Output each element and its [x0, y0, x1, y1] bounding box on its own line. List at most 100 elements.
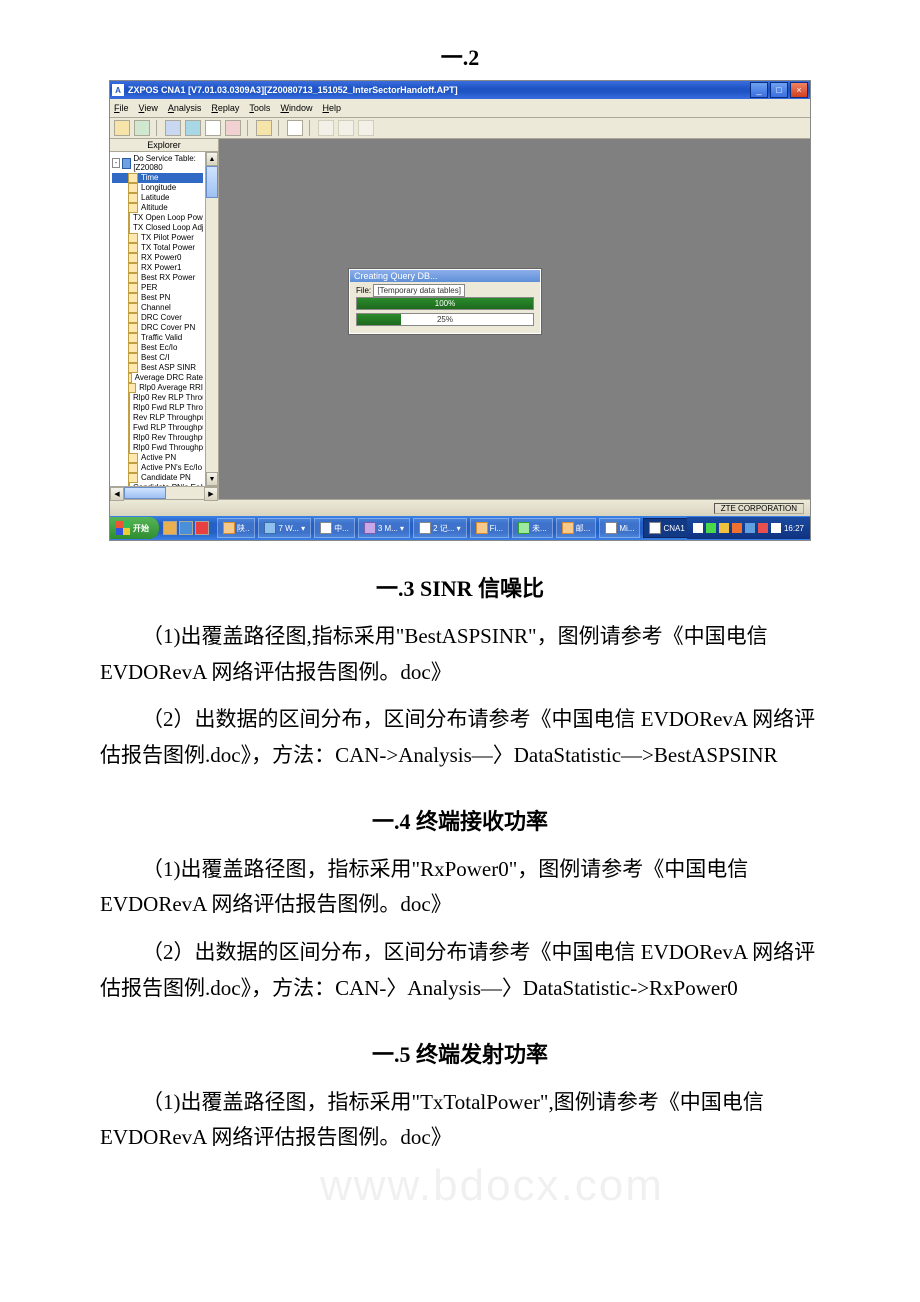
table-icon: [122, 158, 131, 169]
tree-item[interactable]: Altitude: [112, 203, 203, 213]
toolbar-misc-icon[interactable]: [358, 120, 374, 136]
tree-item-label: Average DRC Rate: [135, 373, 203, 383]
start-button[interactable]: 开始: [110, 517, 159, 539]
scroll-thumb[interactable]: [124, 487, 166, 499]
tree-item[interactable]: Best RX Power: [112, 273, 203, 283]
tree-item[interactable]: Time: [112, 173, 203, 183]
tree-item[interactable]: Fwd RLP Throughput N: [112, 423, 203, 433]
tree-item-label: Longitude: [141, 183, 176, 193]
tree-item[interactable]: Active PN's Ec/Io: [112, 463, 203, 473]
toolbar-save-icon[interactable]: [134, 120, 150, 136]
tree-item[interactable]: RX Power1: [112, 263, 203, 273]
tree-item[interactable]: Rlp0 Rev Throughput: [112, 433, 203, 443]
tree-item[interactable]: TX Open Loop Power: [112, 213, 203, 223]
tray-icon[interactable]: [719, 523, 729, 533]
tree-item[interactable]: Candidate PN: [112, 473, 203, 483]
tray-icon[interactable]: [771, 523, 781, 533]
scroll-thumb[interactable]: [206, 166, 218, 198]
toolbar-open-icon[interactable]: [114, 120, 130, 136]
close-button[interactable]: ×: [790, 82, 808, 98]
tree-item[interactable]: PER: [112, 283, 203, 293]
scroll-left-icon[interactable]: ◀: [110, 487, 124, 501]
toolbar-doc-icon[interactable]: [287, 120, 303, 136]
tray-icon[interactable]: [693, 523, 703, 533]
tray-icon[interactable]: [706, 523, 716, 533]
quicklaunch-icon[interactable]: [179, 521, 193, 535]
tree-item[interactable]: Best PN: [112, 293, 203, 303]
tree-item[interactable]: TX Pilot Power: [112, 233, 203, 243]
tree-item[interactable]: Average DRC Rate: [112, 373, 203, 383]
scroll-up-icon[interactable]: ▲: [206, 152, 218, 166]
tree-item[interactable]: Rlp0 Fwd Throughput: [112, 443, 203, 453]
system-tray[interactable]: 16:27: [687, 517, 810, 539]
maximize-button[interactable]: □: [770, 82, 788, 98]
collapse-icon[interactable]: -: [112, 158, 120, 168]
tree-item[interactable]: DRC Cover: [112, 313, 203, 323]
taskbar-item[interactable]: 7 W... ▾: [258, 518, 311, 538]
tray-icon[interactable]: [758, 523, 768, 533]
progress-2-label: 25%: [357, 314, 533, 325]
toolbar-folder-icon[interactable]: [256, 120, 272, 136]
file-icon: [128, 463, 138, 473]
taskbar-item[interactable]: CNA1: [643, 518, 687, 538]
tree-item[interactable]: TX Closed Loop Adjust: [112, 223, 203, 233]
menu-tools[interactable]: Tools: [249, 103, 270, 113]
explorer-tree[interactable]: - Do Service Table: [Z20080 TimeLongitud…: [110, 152, 205, 486]
toolbar-chart-icon[interactable]: [225, 120, 241, 136]
tree-item[interactable]: Best ASP SINR: [112, 363, 203, 373]
tree-item[interactable]: Longitude: [112, 183, 203, 193]
taskbar-item[interactable]: 2 记... ▾: [413, 518, 467, 538]
tray-icon[interactable]: [745, 523, 755, 533]
tree-item[interactable]: DRC Cover PN: [112, 323, 203, 333]
tree-item[interactable]: Latitude: [112, 193, 203, 203]
tray-clock: 16:27: [784, 524, 804, 533]
taskbar-item[interactable]: Mi...: [599, 518, 640, 538]
taskbar-item[interactable]: 邮...: [556, 518, 597, 538]
menu-window[interactable]: Window: [280, 103, 312, 113]
horizontal-scrollbar[interactable]: ◀ ▶: [110, 486, 218, 499]
file-icon: [128, 233, 138, 243]
tree-item[interactable]: Traffic Valid: [112, 333, 203, 343]
tray-icon[interactable]: [732, 523, 742, 533]
minimize-button[interactable]: _: [750, 82, 768, 98]
toolbar-misc-icon[interactable]: [318, 120, 334, 136]
taskbar-item[interactable]: 3 M... ▾: [358, 518, 410, 538]
tree-item-label: Candidate PN: [141, 473, 191, 483]
menu-replay[interactable]: Replay: [211, 103, 239, 113]
quicklaunch-icon[interactable]: [195, 521, 209, 535]
tree-item[interactable]: Best Ec/Io: [112, 343, 203, 353]
tree-item[interactable]: Channel: [112, 303, 203, 313]
status-corporation: ZTE CORPORATION: [714, 503, 804, 514]
menu-file[interactable]: File: [114, 103, 129, 113]
tree-item[interactable]: TX Total Power: [112, 243, 203, 253]
taskbar-item[interactable]: 未...: [512, 518, 553, 538]
menu-help[interactable]: Help: [322, 103, 341, 113]
quicklaunch-icon[interactable]: [163, 521, 177, 535]
toolbar-nav-icon[interactable]: [165, 120, 181, 136]
toolbar-grid-icon[interactable]: [205, 120, 221, 136]
tree-item[interactable]: Best C/I: [112, 353, 203, 363]
scroll-right-icon[interactable]: ▶: [204, 487, 218, 501]
tree-item-label: Best PN: [141, 293, 170, 303]
tree-root-node[interactable]: - Do Service Table: [Z20080: [112, 154, 203, 172]
toolbar-globe-icon[interactable]: [185, 120, 201, 136]
file-icon: [128, 283, 138, 293]
paragraph: （1)出覆盖路径图,指标采用"BestASPSINR"，图例请参考《中国电信 E…: [100, 619, 820, 690]
taskbar-item[interactable]: 中...: [314, 518, 355, 538]
tree-item[interactable]: Rev RLP Throughput N: [112, 413, 203, 423]
menu-bar: File View Analysis Replay Tools Window H…: [110, 99, 810, 118]
tree-item[interactable]: Rlp0 Fwd RLP Through: [112, 403, 203, 413]
tree-item[interactable]: RX Power0: [112, 253, 203, 263]
vertical-scrollbar[interactable]: ▲ ▼: [205, 152, 218, 486]
menu-analysis[interactable]: Analysis: [168, 103, 202, 113]
scroll-down-icon[interactable]: ▼: [206, 472, 218, 486]
tree-item[interactable]: Rlp0 Average RRI: [112, 383, 203, 393]
taskbar-item[interactable]: 陕..: [217, 518, 255, 538]
tree-item[interactable]: Rlp0 Rev RLP Through: [112, 393, 203, 403]
mdi-workspace: Creating Query DB... File: [Temporary da…: [219, 139, 810, 499]
menu-view[interactable]: View: [139, 103, 158, 113]
taskbar-item[interactable]: Fi...: [470, 518, 509, 538]
toolbar-misc-icon[interactable]: [338, 120, 354, 136]
tree-item[interactable]: Active PN: [112, 453, 203, 463]
tree-item[interactable]: Candidate PN's Ec/Io: [112, 483, 203, 486]
